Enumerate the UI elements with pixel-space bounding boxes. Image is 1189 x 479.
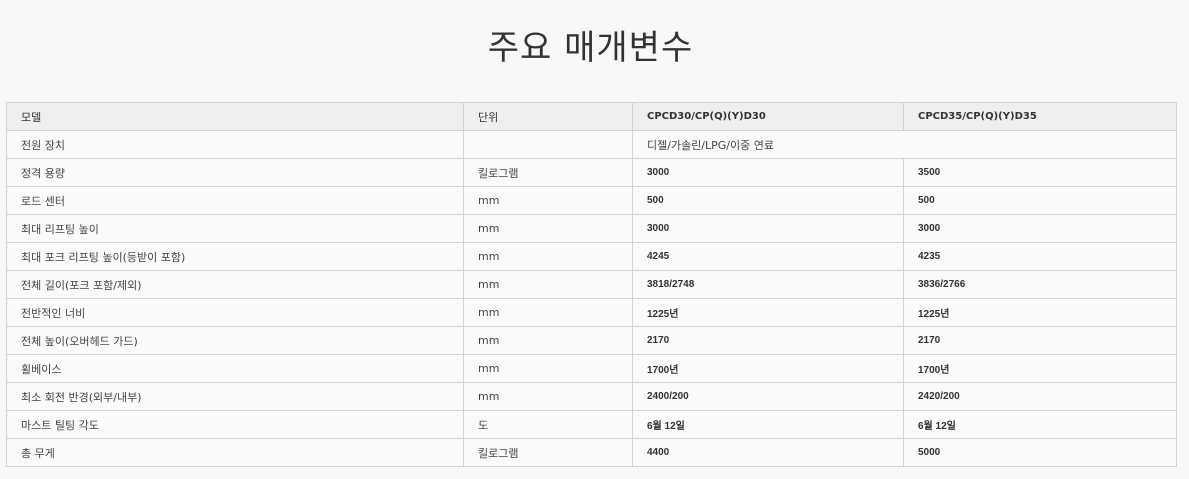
- row-name: 휠베이스: [6, 354, 464, 383]
- row-value-cpcd35: 1225년: [903, 298, 1177, 327]
- row-unit: mm: [463, 298, 633, 327]
- table-row: 휠베이스 mm 1700년 1700년: [6, 354, 1177, 383]
- table-row: 최대 포크 리프팅 높이(등받이 포함) mm 4245 4235: [6, 242, 1177, 271]
- row-unit: 킬로그램: [463, 438, 633, 467]
- row-value-cpcd35: 2420/200: [903, 382, 1177, 411]
- row-name: 전반적인 너비: [6, 298, 464, 327]
- table-row: 마스트 틸팅 각도 도 6월 12일 6월 12일: [6, 410, 1177, 439]
- row-value-cpcd30: 500: [632, 186, 904, 215]
- row-value-cpcd30: 2400/200: [632, 382, 904, 411]
- row-value-cpcd35: 5000: [903, 438, 1177, 467]
- row-unit: 킬로그램: [463, 158, 633, 187]
- row-name: 전체 길이(포크 포함/제외): [6, 270, 464, 299]
- row-value-cpcd35: 3836/2766: [903, 270, 1177, 299]
- table-row: 로드 센터 mm 500 500: [6, 186, 1177, 215]
- row-value-cpcd30: 6월 12일: [632, 410, 904, 439]
- row-unit: mm: [463, 186, 633, 215]
- row-name: 최소 회전 반경(외부/내부): [6, 382, 464, 411]
- header-model: 모델: [6, 102, 464, 131]
- row-unit: mm: [463, 326, 633, 355]
- row-unit: [463, 130, 633, 159]
- row-name: 최대 포크 리프팅 높이(등받이 포함): [6, 242, 464, 271]
- row-value-cpcd35: 1700년: [903, 354, 1177, 383]
- row-unit: 도: [463, 410, 633, 439]
- row-value-cpcd30: 1700년: [632, 354, 904, 383]
- row-name: 전체 높이(오버헤드 가드): [6, 326, 464, 355]
- table-row: 정격 용량 킬로그램 3000 3500: [6, 158, 1177, 187]
- row-name: 마스트 틸팅 각도: [6, 410, 464, 439]
- row-value-cpcd35: 2170: [903, 326, 1177, 355]
- row-name: 로드 센터: [6, 186, 464, 215]
- row-value-cpcd30: 2170: [632, 326, 904, 355]
- table-row: 최소 회전 반경(외부/내부) mm 2400/200 2420/200: [6, 382, 1177, 411]
- row-value-cpcd35: 500: [903, 186, 1177, 215]
- header-model-cpcd30: CPCD30/CP(Q)(Y)D30: [632, 102, 904, 131]
- spec-table: 모델 단위 CPCD30/CP(Q)(Y)D30 CPCD35/CP(Q)(Y)…: [6, 102, 1177, 467]
- row-value-cpcd35: 6월 12일: [903, 410, 1177, 439]
- row-value-cpcd30: 3000: [632, 158, 904, 187]
- row-value-cpcd30: 4400: [632, 438, 904, 467]
- spec-page: 주요 매개변수 모델 단위 CPCD30/CP(Q)(Y)D30 CPCD35/…: [0, 0, 1189, 479]
- table-row: 전체 길이(포크 포함/제외) mm 3818/2748 3836/2766: [6, 270, 1177, 299]
- row-value-cpcd30: 4245: [632, 242, 904, 271]
- row-name: 정격 용량: [6, 158, 464, 187]
- header-model-cpcd35: CPCD35/CP(Q)(Y)D35: [903, 102, 1177, 131]
- table-header-row: 모델 단위 CPCD30/CP(Q)(Y)D30 CPCD35/CP(Q)(Y)…: [6, 102, 1177, 131]
- row-name: 최대 리프팅 높이: [6, 214, 464, 243]
- table-row: 최대 리프팅 높이 mm 3000 3000: [6, 214, 1177, 243]
- row-value-cpcd35: 4235: [903, 242, 1177, 271]
- row-value-cpcd30: 1225년: [632, 298, 904, 327]
- row-value-cpcd35: 3500: [903, 158, 1177, 187]
- row-value-cpcd30: 3000: [632, 214, 904, 243]
- row-unit: mm: [463, 242, 633, 271]
- page-title: 주요 매개변수: [487, 28, 694, 68]
- row-unit: mm: [463, 382, 633, 411]
- row-value-cpcd35: 3000: [903, 214, 1177, 243]
- row-unit: mm: [463, 354, 633, 383]
- table-row: 총 무게 킬로그램 4400 5000: [6, 438, 1177, 467]
- header-unit: 단위: [463, 102, 633, 131]
- row-value-cpcd30: 3818/2748: [632, 270, 904, 299]
- table-row: 전원 장치 디젤/가솔린/LPG/이중 연료: [6, 130, 1177, 159]
- table-row: 전반적인 너비 mm 1225년 1225년: [6, 298, 1177, 327]
- row-unit: mm: [463, 214, 633, 243]
- table-row: 전체 높이(오버헤드 가드) mm 2170 2170: [6, 326, 1177, 355]
- row-name: 총 무게: [6, 438, 464, 467]
- row-unit: mm: [463, 270, 633, 299]
- row-value-merged: 디젤/가솔린/LPG/이중 연료: [632, 130, 1177, 159]
- row-name: 전원 장치: [6, 130, 464, 159]
